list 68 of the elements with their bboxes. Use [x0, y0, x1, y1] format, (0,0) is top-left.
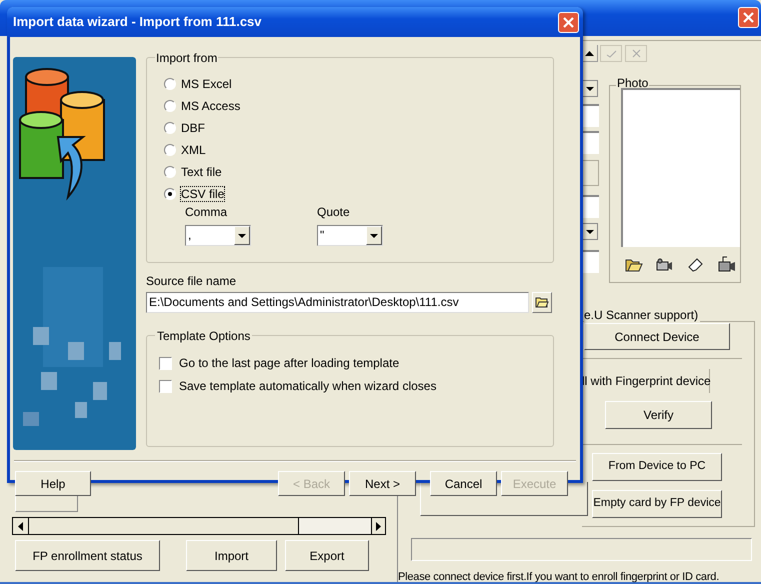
action-button[interactable]: Import	[186, 540, 277, 571]
close-button[interactable]	[558, 12, 579, 32]
toolbar-button[interactable]	[582, 45, 598, 62]
left-arrow-icon[interactable]	[18, 522, 23, 530]
wizard-button[interactable]: Cancel	[430, 471, 497, 496]
eraser-icon[interactable]	[688, 258, 703, 272]
checkbox-label[interactable]: Save template automatically when wizard closes	[179, 379, 436, 393]
checkbox[interactable]	[159, 380, 172, 392]
field-label: Source file name	[146, 274, 238, 288]
input-field[interactable]	[582, 250, 599, 273]
dropdown[interactable]: "	[317, 225, 383, 246]
horizontal-scrollbar[interactable]	[12, 517, 386, 535]
caret-icon	[238, 234, 246, 238]
group-label: e.U Scanner support)	[584, 308, 700, 322]
input-field[interactable]	[582, 104, 599, 127]
radio-button[interactable]	[164, 188, 176, 200]
open-folder-icon[interactable]	[625, 257, 643, 272]
close-icon	[563, 16, 574, 28]
dropdown-value: "	[319, 227, 326, 244]
enroll-tab[interactable]: ll with Fingerprint device	[582, 369, 710, 393]
radio-label[interactable]: MS Access	[181, 99, 240, 113]
transfer-button[interactable]: From Device to PC	[592, 453, 722, 481]
field-label: Comma	[185, 205, 228, 219]
folder-icon	[535, 297, 549, 308]
radio-label[interactable]: XML	[181, 143, 206, 157]
dropdown-arrow-button[interactable]	[582, 80, 598, 97]
cross-icon	[632, 49, 640, 58]
camera-icon[interactable]	[718, 255, 736, 272]
caret-icon	[586, 230, 594, 234]
up-arrow-icon	[585, 50, 594, 56]
input-field[interactable]	[582, 131, 599, 154]
radio-button[interactable]	[164, 144, 176, 156]
caret-icon	[586, 86, 594, 90]
action-button[interactable]: FP enrollment status	[15, 540, 160, 571]
connect-device-button[interactable]: Connect Device	[584, 323, 730, 350]
scrollbar-thumb[interactable]	[29, 518, 299, 534]
close-icon	[743, 12, 754, 23]
radio-label[interactable]: CSV file	[181, 187, 224, 201]
transfer-button[interactable]: Empty card by FP device	[592, 490, 722, 518]
close-button[interactable]	[738, 7, 759, 28]
verify-button[interactable]: Verify	[605, 401, 712, 429]
radio-button[interactable]	[164, 100, 176, 112]
wizard-button[interactable]: Next >	[349, 471, 416, 496]
radio-button[interactable]	[164, 122, 176, 134]
group-label: Template Options	[155, 329, 252, 343]
wizard-button[interactable]: Help	[15, 471, 91, 496]
right-arrow-icon[interactable]	[376, 522, 381, 530]
action-button[interactable]: Export	[285, 540, 369, 571]
radio-label[interactable]: MS Excel	[181, 77, 232, 91]
radio-button[interactable]	[164, 166, 176, 178]
status-text: Please connect device first.If you want to enroll fingerprint or ID card.	[398, 571, 720, 584]
radio-label[interactable]: DBF	[181, 121, 205, 135]
browse-button[interactable]	[532, 292, 552, 313]
check-icon	[606, 50, 616, 58]
input-field[interactable]	[582, 195, 599, 218]
checkbox[interactable]	[159, 356, 172, 370]
caret-icon	[370, 234, 378, 238]
field-label: Quote	[317, 205, 351, 219]
file-path-field[interactable]: E:\Documents and Settings\Administrator\Desktop\111.csv	[146, 292, 529, 313]
camera-icon[interactable]	[656, 258, 673, 272]
checkbox-label[interactable]: Go to the last page after loading template	[179, 356, 400, 370]
group-label: Import from	[155, 51, 218, 65]
dialog-title: Import data wizard - Import from 111.csv	[13, 13, 263, 32]
dropdown[interactable]: ,	[185, 225, 251, 246]
radio-button[interactable]	[164, 78, 176, 90]
radio-label[interactable]: Text file	[181, 165, 222, 179]
dropdown-arrow-button[interactable]	[582, 223, 598, 240]
dropdown-value: ,	[187, 227, 192, 244]
